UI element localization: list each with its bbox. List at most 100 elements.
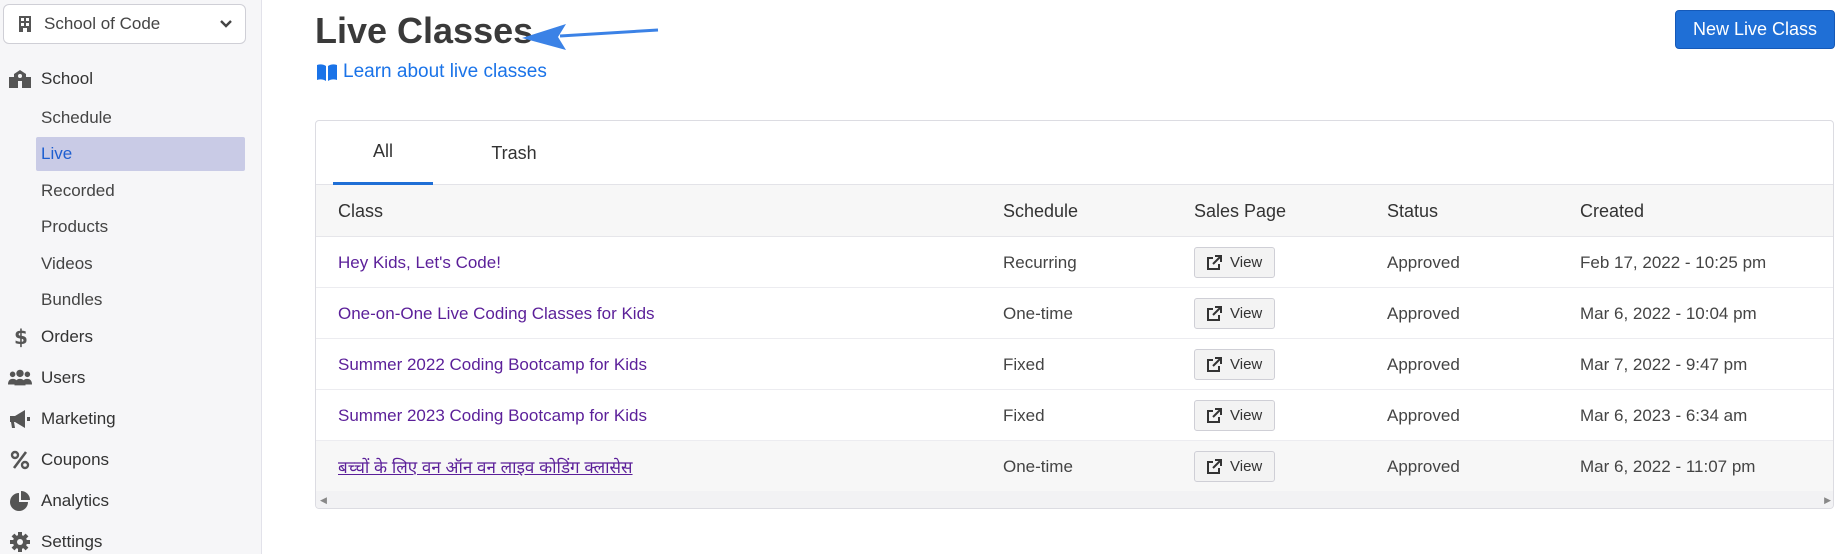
view-button-label: View [1230, 458, 1263, 475]
table-row: Summer 2023 Coding Bootcamp for Kids Fix… [316, 390, 1833, 441]
class-link[interactable]: Summer 2022 Coding Bootcamp for Kids [338, 339, 647, 390]
classes-card: All Trash Class Schedule Sales Page Stat… [315, 120, 1834, 509]
status-cell: Approved [1387, 405, 1460, 425]
sidebar-item-analytics[interactable]: Analytics [0, 483, 262, 519]
class-link[interactable]: बच्चों के लिए वन ऑन वन लाइव कोडिंग क्लास… [338, 441, 633, 492]
status-cell: Approved [1387, 456, 1460, 476]
sidebar-item-label: Users [41, 368, 86, 387]
table-row: बच्चों के लिए वन ऑन वन लाइव कोडिंग क्लास… [316, 441, 1833, 492]
table-row: Summer 2022 Coding Bootcamp for Kids Fix… [316, 339, 1833, 390]
dollar-icon: $ [8, 326, 32, 348]
page-title: Live Classes [315, 10, 534, 51]
created-cell: Mar 6, 2023 - 6:34 am [1580, 405, 1748, 425]
schedule-cell: Recurring [1003, 252, 1077, 272]
column-header-created[interactable]: Created [1580, 185, 1644, 237]
schedule-cell: Fixed [1003, 405, 1045, 425]
schedule-cell: One-time [1003, 303, 1073, 323]
school-select-label: School of Code [44, 14, 161, 33]
sidebar-item-users[interactable]: Users [0, 360, 262, 396]
sidebar-sub-bundles[interactable]: Bundles [36, 283, 245, 317]
sales-page-cell: View [1194, 288, 1276, 339]
pie-chart-icon [8, 490, 32, 512]
sidebar-item-label: Marketing [41, 409, 116, 428]
created-cell: Feb 17, 2022 - 10:25 pm [1580, 252, 1767, 272]
sidebar-sub-recorded[interactable]: Recorded [36, 174, 245, 208]
external-link-icon [1207, 458, 1222, 474]
new-live-class-button[interactable]: New Live Class [1675, 10, 1835, 49]
sidebar-item-school[interactable]: School [0, 61, 262, 97]
sidebar-item-marketing[interactable]: Marketing [0, 401, 262, 437]
external-link-icon [1207, 254, 1222, 270]
sidebar-sub-label: Live [41, 144, 73, 163]
sidebar-item-label: Orders [41, 327, 93, 346]
status-cell: Approved [1387, 252, 1460, 272]
annotation-arrow [522, 24, 659, 50]
view-sales-page-button[interactable]: View [1194, 298, 1276, 329]
main-content: Live Classes Learn about live classes Ne… [262, 0, 1844, 554]
sidebar: School of Code School Schedule Live Reco… [0, 0, 262, 554]
sales-page-cell: View [1194, 441, 1276, 492]
view-sales-page-button[interactable]: View [1194, 400, 1276, 431]
sidebar-sub-videos[interactable]: Videos [36, 247, 245, 281]
sidebar-item-label: Settings [41, 532, 103, 551]
column-header-class[interactable]: Class [338, 185, 383, 237]
view-sales-page-button[interactable]: View [1194, 247, 1276, 278]
view-button-label: View [1230, 356, 1263, 373]
created-cell: Mar 6, 2022 - 11:07 pm [1580, 456, 1756, 476]
view-button-label: View [1230, 305, 1263, 322]
schedule-cell: One-time [1003, 456, 1073, 476]
sidebar-sub-label: Schedule [41, 108, 112, 127]
class-link[interactable]: One-on-One Live Coding Classes for Kids [338, 288, 655, 339]
view-sales-page-button[interactable]: View [1194, 349, 1276, 380]
scroll-left-icon[interactable]: ◀ [320, 495, 327, 506]
sidebar-sub-live[interactable]: Live [36, 137, 245, 171]
external-link-icon [1207, 407, 1222, 423]
view-button-label: View [1230, 407, 1263, 424]
learn-link-label: Learn about live classes [343, 61, 547, 82]
users-icon [8, 367, 32, 389]
book-icon [317, 64, 337, 81]
view-button-label: View [1230, 254, 1263, 271]
sidebar-sub-label: Videos [41, 254, 93, 273]
building-icon [19, 16, 31, 32]
class-link[interactable]: Summer 2023 Coding Bootcamp for Kids [338, 390, 647, 441]
created-cell: Mar 7, 2022 - 9:47 pm [1580, 354, 1748, 374]
sidebar-sub-products[interactable]: Products [36, 210, 245, 244]
schedule-cell: Fixed [1003, 354, 1045, 374]
sidebar-item-label: Coupons [41, 450, 110, 469]
chevron-down-icon [220, 20, 232, 28]
scroll-right-icon[interactable]: ▶ [1824, 495, 1831, 506]
school-select[interactable]: School of Code [3, 4, 246, 44]
sidebar-item-orders[interactable]: $ Orders [0, 319, 262, 355]
sidebar-sub-label: Recorded [41, 181, 115, 200]
external-link-icon [1207, 305, 1222, 321]
sales-page-cell: View [1194, 339, 1276, 390]
table-row: Hey Kids, Let's Code! Recurring View App… [316, 237, 1833, 288]
tab-all[interactable]: All [333, 121, 433, 185]
sales-page-cell: View [1194, 237, 1276, 288]
view-sales-page-button[interactable]: View [1194, 451, 1276, 482]
horizontal-scrollbar[interactable]: ◀ ▶ [316, 491, 1833, 508]
school-building-icon [8, 68, 32, 90]
gear-icon [8, 531, 32, 553]
tab-trash[interactable]: Trash [464, 121, 564, 185]
column-header-status[interactable]: Status [1387, 185, 1438, 237]
sidebar-item-label: School [41, 69, 93, 88]
sidebar-item-label: Analytics [41, 491, 110, 510]
table-row: One-on-One Live Coding Classes for Kids … [316, 288, 1833, 339]
column-header-sales-page[interactable]: Sales Page [1194, 185, 1286, 237]
sales-page-cell: View [1194, 390, 1276, 441]
sidebar-item-coupons[interactable]: Coupons [0, 442, 262, 478]
created-cell: Mar 6, 2022 - 10:04 pm [1580, 303, 1757, 323]
sidebar-item-settings[interactable]: Settings [0, 524, 262, 554]
status-cell: Approved [1387, 303, 1460, 323]
learn-about-live-classes-link[interactable]: Learn about live classes [316, 61, 547, 83]
svg-text:$: $ [14, 326, 27, 348]
table-header: Class Schedule Sales Page Status Created [316, 185, 1833, 237]
percent-icon [8, 449, 32, 471]
column-header-schedule[interactable]: Schedule [1003, 185, 1078, 237]
megaphone-icon [8, 408, 32, 430]
class-link[interactable]: Hey Kids, Let's Code! [338, 237, 501, 288]
sidebar-sub-label: Bundles [41, 290, 103, 309]
sidebar-sub-schedule[interactable]: Schedule [36, 101, 245, 135]
